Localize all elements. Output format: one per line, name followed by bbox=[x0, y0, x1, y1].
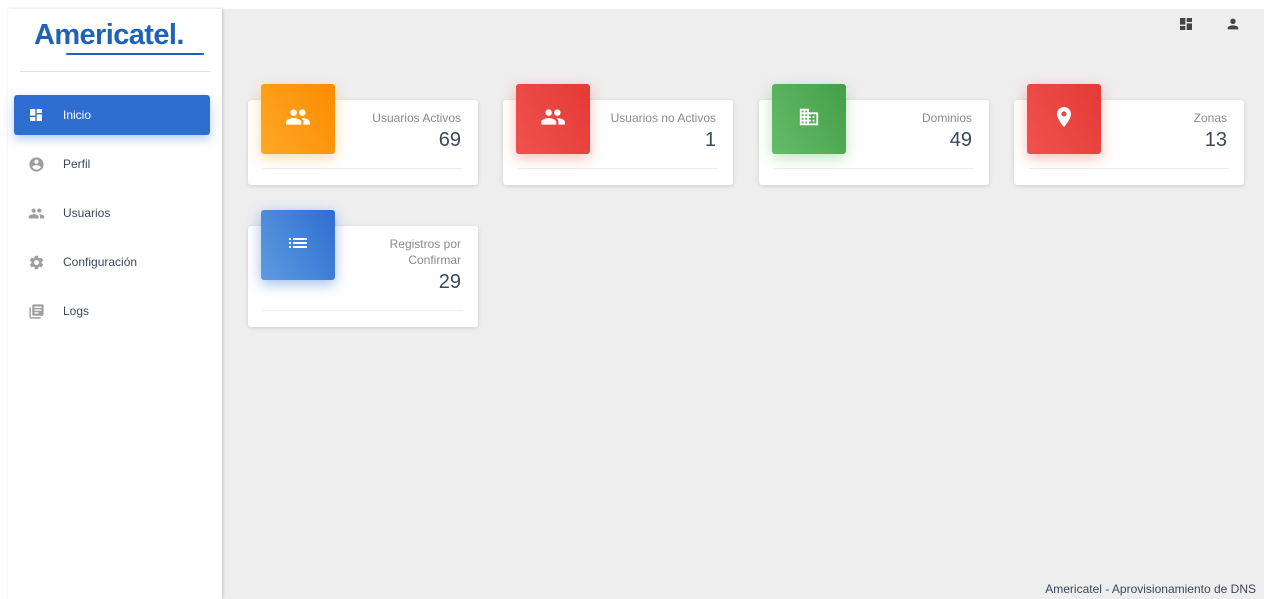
card-icon-box bbox=[261, 84, 335, 154]
card-title: Registros por Confirmar bbox=[389, 237, 461, 267]
card-value: 13 bbox=[1204, 129, 1227, 151]
card-icon-box bbox=[772, 84, 846, 154]
card-title: Zonas bbox=[1193, 111, 1227, 125]
gear-icon bbox=[27, 253, 45, 271]
stat-card-zonas[interactable]: Zonas 13 bbox=[1014, 84, 1244, 185]
sidebar-item-label: Configuración bbox=[63, 255, 138, 269]
card-title: Usuarios Activos bbox=[372, 111, 461, 125]
card-icon-box bbox=[261, 210, 335, 280]
card-divider bbox=[263, 310, 463, 311]
stat-card-dominios[interactable]: Dominios 49 bbox=[759, 84, 989, 185]
card-title: Usuarios no Activos bbox=[610, 111, 716, 125]
card-icon-box bbox=[1027, 84, 1101, 154]
sidebar-item-logs[interactable]: Logs bbox=[14, 291, 210, 331]
sidebar-item-configuracion[interactable]: Configuración bbox=[14, 242, 210, 282]
card-divider bbox=[263, 168, 463, 169]
sidebar-item-label: Inicio bbox=[63, 108, 92, 122]
account-circle-icon bbox=[27, 155, 45, 173]
dashboard-icon[interactable] bbox=[1176, 14, 1196, 34]
sidebar-item-label: Logs bbox=[63, 304, 90, 318]
brand-logo[interactable]: Americatel. bbox=[34, 19, 184, 52]
library-books-icon bbox=[27, 302, 45, 320]
footer-text: Americatel - Aprovisionamiento de DNS bbox=[1045, 582, 1256, 596]
card-value: 29 bbox=[438, 271, 461, 293]
card-value: 1 bbox=[704, 129, 716, 151]
stat-card-usuarios-activos[interactable]: Usuarios Activos 69 bbox=[248, 84, 478, 185]
list-icon bbox=[286, 231, 310, 260]
sidebar-item-label: Usuarios bbox=[63, 206, 111, 220]
sidebar-item-inicio[interactable]: Inicio bbox=[14, 95, 210, 135]
person-icon[interactable] bbox=[1223, 14, 1243, 34]
card-value: 69 bbox=[438, 129, 461, 151]
stat-card-usuarios-no-activos[interactable]: Usuarios no Activos 1 bbox=[503, 84, 733, 185]
logo-underline bbox=[66, 53, 204, 55]
location-pin-icon bbox=[1052, 105, 1076, 134]
card-divider bbox=[518, 168, 718, 169]
stat-card-registros-por-confirmar[interactable]: Registros por Confirmar 29 bbox=[248, 210, 478, 327]
people-icon bbox=[27, 204, 45, 222]
people-icon bbox=[540, 104, 566, 135]
card-title: Dominios bbox=[921, 111, 972, 125]
people-icon bbox=[285, 104, 311, 135]
sidebar: Americatel. Inicio Perfil Usuarios Confi… bbox=[8, 9, 222, 599]
card-value: 49 bbox=[949, 129, 972, 151]
sidebar-item-label: Perfil bbox=[63, 157, 91, 171]
dashboard-icon bbox=[27, 106, 45, 124]
building-icon bbox=[798, 106, 820, 133]
logo-area: Americatel. bbox=[20, 9, 210, 72]
card-divider bbox=[774, 168, 974, 169]
card-divider bbox=[1029, 168, 1229, 169]
sidebar-item-perfil[interactable]: Perfil bbox=[14, 144, 210, 184]
sidebar-item-usuarios[interactable]: Usuarios bbox=[14, 193, 210, 233]
card-icon-box bbox=[516, 84, 590, 154]
